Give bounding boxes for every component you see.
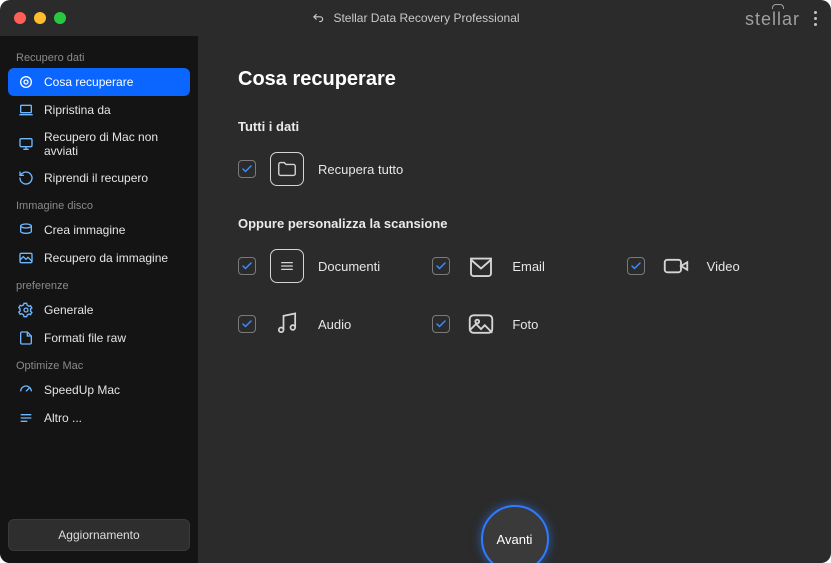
- option-video[interactable]: Video: [627, 249, 791, 283]
- sidebar-item-label: Altro ...: [44, 411, 82, 425]
- option-recover-all[interactable]: Recupera tutto: [238, 152, 403, 186]
- option-documents[interactable]: Documenti: [238, 249, 402, 283]
- section-all-data: Tutti i dati: [238, 119, 791, 134]
- back-arrow-icon: [311, 11, 325, 25]
- update-button[interactable]: Aggiornamento: [8, 519, 190, 551]
- sidebar-item-speedup-mac[interactable]: SpeedUp Mac: [8, 376, 190, 404]
- sidebar-item-resume-recovery[interactable]: Riprendi il recupero: [8, 164, 190, 192]
- sidebar-item-unbootable-mac[interactable]: Recupero di Mac non avviati: [8, 124, 190, 164]
- minimize-window-button[interactable]: [34, 12, 46, 24]
- target-icon: [18, 74, 34, 90]
- speedometer-icon: [18, 382, 34, 398]
- next-button-label: Avanti: [497, 532, 533, 547]
- section-customize: Oppure personalizza la scansione: [238, 216, 791, 231]
- sidebar-item-general[interactable]: Generale: [8, 296, 190, 324]
- option-label: Video: [707, 259, 740, 274]
- close-window-button[interactable]: [14, 12, 26, 24]
- option-label: Documenti: [318, 259, 380, 274]
- titlebar: Stellar Data Recovery Professional stell…: [0, 0, 831, 36]
- more-menu-button[interactable]: [814, 11, 817, 26]
- list-icon: [18, 410, 34, 426]
- title-center: Stellar Data Recovery Professional: [0, 11, 831, 25]
- checkbox-documents[interactable]: [238, 257, 256, 275]
- refresh-icon: [18, 170, 34, 186]
- sidebar-item-label: Formati file raw: [44, 331, 126, 345]
- sidebar-group-label: Immagine disco: [8, 192, 190, 216]
- sidebar-item-label: Recupero di Mac non avviati: [44, 130, 180, 158]
- laptop-icon: [18, 102, 34, 118]
- sidebar-item-raw-formats[interactable]: Formati file raw: [8, 324, 190, 352]
- folder-icon: [270, 152, 304, 186]
- brand-logo: stellar: [745, 6, 800, 30]
- sidebar-item-label: Riprendi il recupero: [44, 171, 148, 185]
- checkbox-recover-all[interactable]: [238, 160, 256, 178]
- disk-plus-icon: [18, 222, 34, 238]
- app-title: Stellar Data Recovery Professional: [333, 11, 519, 25]
- photo-icon: [464, 307, 498, 341]
- video-icon: [659, 249, 693, 283]
- document-icon: [270, 249, 304, 283]
- checkbox-video[interactable]: [627, 257, 645, 275]
- option-label: Foto: [512, 317, 538, 332]
- sidebar-group-label: Optimize Mac: [8, 352, 190, 376]
- app-window: Stellar Data Recovery Professional stell…: [0, 0, 831, 563]
- option-email[interactable]: Email: [432, 249, 596, 283]
- option-label: Email: [512, 259, 545, 274]
- sidebar-item-create-image[interactable]: Crea immagine: [8, 216, 190, 244]
- option-label: Recupera tutto: [318, 162, 403, 177]
- sidebar-item-more[interactable]: Altro ...: [8, 404, 190, 432]
- checkbox-email[interactable]: [432, 257, 450, 275]
- page-title: Cosa recuperare: [238, 68, 791, 91]
- window-controls: [14, 12, 66, 24]
- sidebar-item-label: Cosa recuperare: [44, 75, 133, 89]
- monitor-icon: [18, 136, 34, 152]
- sidebar-group-label: preferenze: [8, 272, 190, 296]
- option-label: Audio: [318, 317, 351, 332]
- sidebar-item-restore-from[interactable]: Ripristina da: [8, 96, 190, 124]
- option-audio[interactable]: Audio: [238, 307, 402, 341]
- sidebar: Recupero dati Cosa recuperare Ripristina…: [0, 36, 198, 563]
- sidebar-item-label: Crea immagine: [44, 223, 125, 237]
- checkbox-audio[interactable]: [238, 315, 256, 333]
- sidebar-group-label: Recupero dati: [8, 44, 190, 68]
- gear-icon: [18, 302, 34, 318]
- sidebar-item-label: Generale: [44, 303, 93, 317]
- next-button[interactable]: Avanti: [481, 505, 549, 563]
- sidebar-item-label: Recupero da immagine: [44, 251, 168, 265]
- image-icon: [18, 250, 34, 266]
- sidebar-item-label: SpeedUp Mac: [44, 383, 120, 397]
- email-icon: [464, 249, 498, 283]
- option-photo[interactable]: Foto: [432, 307, 596, 341]
- sidebar-item-label: Ripristina da: [44, 103, 111, 117]
- file-icon: [18, 330, 34, 346]
- main-content: Cosa recuperare Tutti i dati Recupera tu…: [198, 36, 831, 563]
- sidebar-item-what-to-recover[interactable]: Cosa recuperare: [8, 68, 190, 96]
- sidebar-item-recover-from-image[interactable]: Recupero da immagine: [8, 244, 190, 272]
- audio-icon: [270, 307, 304, 341]
- maximize-window-button[interactable]: [54, 12, 66, 24]
- checkbox-photo[interactable]: [432, 315, 450, 333]
